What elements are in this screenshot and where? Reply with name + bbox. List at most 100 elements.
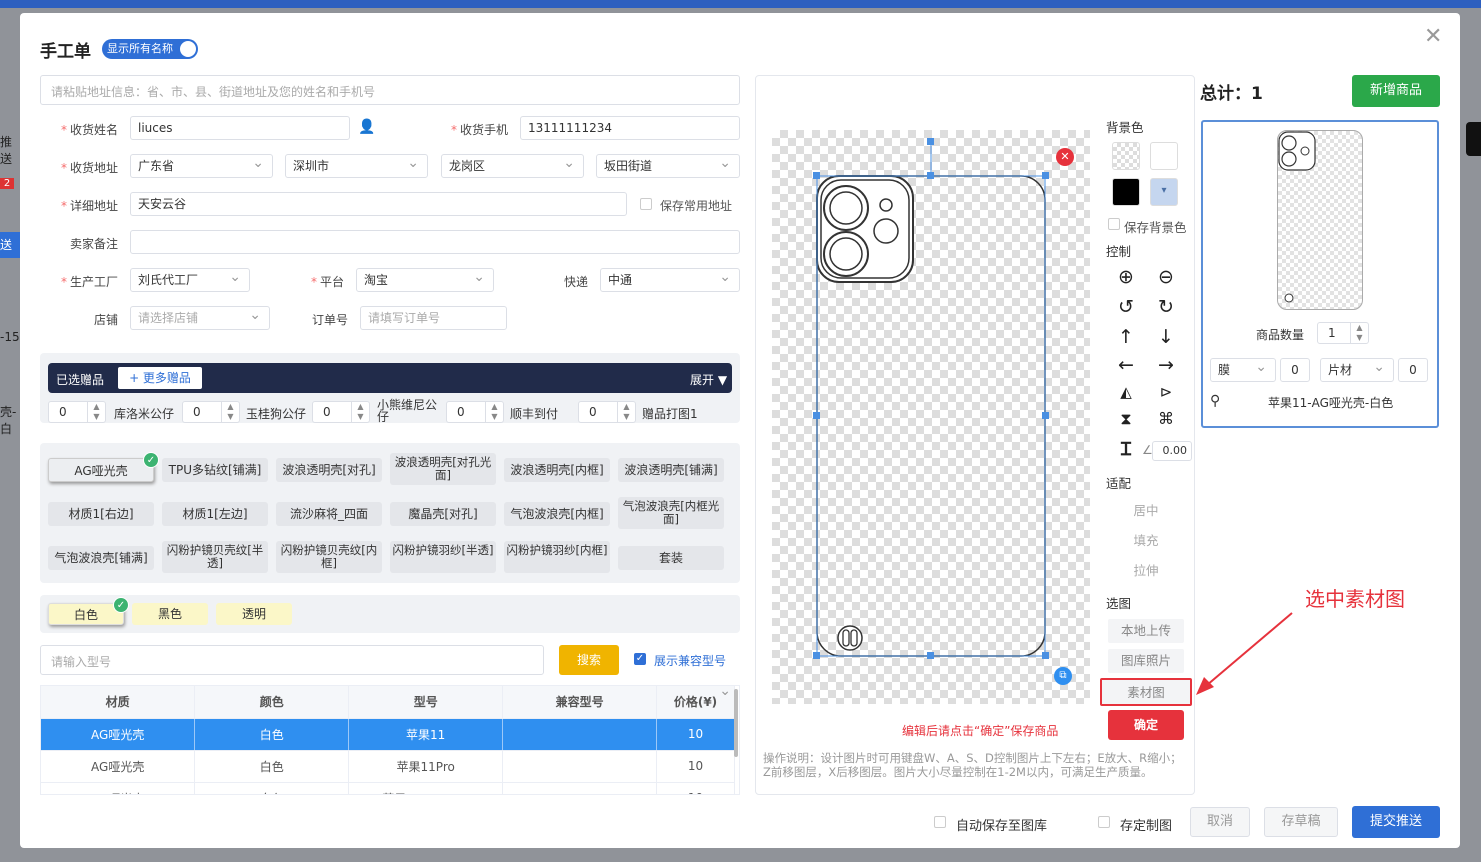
platform-select[interactable]: 淘宝	[356, 266, 494, 292]
name-input[interactable]: liuces	[130, 116, 350, 140]
fit-fill-button[interactable]: 填充	[1108, 529, 1184, 553]
rotate-left-icon[interactable]: ↺	[1114, 295, 1138, 319]
material-option[interactable]: 气泡波浪壳[铺满]	[48, 546, 154, 570]
gift-qty-stepper[interactable]: 0 ▲ ▼	[578, 401, 636, 423]
toggle-label: 显示所有名称	[107, 42, 173, 55]
quantity-stepper[interactable]: 1 ▲ ▼	[1317, 322, 1369, 344]
layer-forward-icon[interactable]: ⧗	[1114, 407, 1138, 431]
color-option[interactable]: 黑色	[132, 603, 208, 625]
factory-select[interactable]: 刘氏代工厂	[130, 266, 250, 292]
material-option[interactable]: 闪粉护镜贝壳纹[半透]	[162, 541, 268, 573]
street-select[interactable]: 坂田街道	[596, 152, 740, 178]
more-gifts-button[interactable]: + 更多赠品	[118, 367, 202, 389]
express-select[interactable]: 中通	[600, 266, 740, 292]
close-icon[interactable]: ✕	[1424, 26, 1442, 48]
film-select[interactable]: 膜	[1210, 356, 1276, 382]
save-draft-button[interactable]: 存草稿	[1264, 807, 1338, 837]
material-option[interactable]: 波浪透明壳[对孔光面]	[390, 453, 496, 485]
arrow-up-icon[interactable]: ↑	[1114, 325, 1138, 349]
cancel-button[interactable]: 取消	[1190, 807, 1250, 837]
material-option[interactable]: 魔晶壳[对孔]	[390, 502, 496, 526]
flip-horizontal-icon[interactable]: ◭	[1114, 380, 1138, 404]
shop-select[interactable]: 请选择店铺	[130, 304, 270, 330]
black-swatch[interactable]	[1112, 178, 1140, 206]
material-option[interactable]: 闪粉护镜羽纱[半透]	[390, 541, 496, 573]
district-select[interactable]: 龙岗区	[441, 152, 584, 178]
arrow-left-icon[interactable]: ←	[1114, 353, 1138, 377]
transparent-swatch[interactable]	[1112, 142, 1140, 170]
material-option[interactable]: TPU多钻纹[铺满]	[162, 458, 268, 482]
submit-push-button[interactable]: 提交推送	[1352, 806, 1440, 838]
contact-icon[interactable]: 👤	[358, 119, 375, 135]
text-height-icon[interactable]: Ɪ	[1114, 438, 1138, 462]
address-paste-textarea[interactable]: 请粘贴地址信息：省、市、县、街道地址及您的姓名和手机号	[40, 75, 740, 105]
material-option[interactable]: 气泡波浪壳[内框]	[504, 502, 610, 526]
arrow-down-icon[interactable]: ↓	[1154, 325, 1178, 349]
custom-color-picker-icon[interactable]: ▾	[1150, 178, 1178, 206]
gift-label: 顺丰到付	[510, 407, 559, 421]
rotate-right-icon[interactable]: ↻	[1154, 295, 1178, 319]
table-scrollbar[interactable]	[734, 689, 738, 757]
auto-save-checkbox[interactable]	[934, 816, 946, 828]
material-option[interactable]: 闪粉护镜羽纱[内框]	[504, 541, 610, 573]
city-select[interactable]: 深圳市	[285, 152, 428, 178]
material-option[interactable]: 材质1[左边]	[162, 502, 268, 526]
duplicate-icon[interactable]: ⧉	[1054, 667, 1072, 685]
fit-stretch-button[interactable]: 拉伸	[1108, 559, 1184, 583]
rotation-angle-input[interactable]: 0.00	[1152, 441, 1192, 461]
remark-input[interactable]	[130, 230, 740, 254]
delete-icon[interactable]: ✕	[1056, 148, 1074, 166]
local-upload-button[interactable]: 本地上传	[1108, 619, 1184, 643]
product-name: 苹果11-AG哑光壳-白色	[1268, 396, 1394, 410]
show-all-names-toggle[interactable]: 显示所有名称	[102, 39, 198, 59]
gift-qty-stepper[interactable]: 0 ▲ ▼	[182, 401, 240, 423]
material-option[interactable]: AG哑光壳	[48, 458, 154, 482]
sheet-select[interactable]: 片材	[1320, 356, 1394, 382]
phone-case-outline[interactable]	[772, 130, 1090, 704]
material-option[interactable]: 波浪透明壳[对孔]	[276, 458, 382, 482]
table-row[interactable]: AG哑光壳 白色 苹果11Pro 10	[41, 750, 735, 783]
table-cell: 10	[656, 718, 735, 751]
save-custom-image-checkbox[interactable]	[1098, 816, 1110, 828]
flip-vertical-icon[interactable]: ⊳	[1154, 380, 1178, 404]
material-option[interactable]: 波浪透明壳[内框]	[504, 458, 610, 482]
confirm-button[interactable]: 确定	[1108, 710, 1184, 740]
table-row[interactable]: AG哑光壳 白色 苹果11Pro Max 10	[41, 782, 735, 794]
gift-qty-stepper[interactable]: 0 ▲ ▼	[48, 401, 106, 423]
detail-address-input[interactable]: 天安云谷	[130, 192, 627, 216]
table-row[interactable]: AG哑光壳 白色 苹果11 10	[41, 718, 735, 751]
material-option[interactable]: 材质1[右边]	[48, 502, 154, 526]
order-no-label: 订单号	[311, 313, 348, 327]
model-search-input[interactable]: 请输入型号	[40, 645, 544, 675]
zoom-out-icon[interactable]: ⊖	[1154, 265, 1178, 289]
material-option[interactable]: 套装	[618, 546, 724, 570]
color-option[interactable]: 透明	[216, 603, 292, 625]
zoom-in-icon[interactable]: ⊕	[1114, 265, 1138, 289]
add-product-button[interactable]: 新增商品	[1352, 75, 1440, 107]
auto-save-label: 自动保存至图库	[956, 819, 1048, 834]
layer-backward-icon[interactable]: ⌘	[1154, 407, 1178, 431]
save-bg-checkbox[interactable]	[1108, 218, 1120, 230]
white-swatch[interactable]	[1150, 142, 1178, 170]
material-option[interactable]: 闪粉护镜贝壳纹[内框]	[276, 541, 382, 573]
save-address-checkbox[interactable]	[640, 198, 652, 210]
show-compat-checkbox[interactable]: ✓	[634, 653, 646, 665]
search-icon[interactable]: ⚲	[1210, 393, 1220, 409]
material-image-button[interactable]: 素材图	[1100, 678, 1192, 706]
phone-input[interactable]: 13111111234	[520, 116, 740, 140]
order-no-input[interactable]: 请填写订单号	[360, 306, 507, 330]
gift-qty-stepper[interactable]: 0 ▲ ▼	[312, 401, 370, 423]
table-cell: 白色	[194, 750, 350, 783]
material-option[interactable]: 流沙麻将_四面	[276, 502, 382, 526]
gallery-photos-button[interactable]: 图库照片	[1108, 649, 1184, 673]
material-option[interactable]: 波浪透明壳[铺满]	[618, 458, 724, 482]
sheet-qty-input[interactable]: 0	[1398, 358, 1428, 382]
gift-qty-stepper[interactable]: 0 ▲ ▼	[446, 401, 504, 423]
province-select[interactable]: 广东省	[130, 152, 273, 178]
material-option[interactable]: 气泡波浪壳[内框光面]	[618, 497, 724, 529]
fit-center-button[interactable]: 居中	[1108, 499, 1184, 523]
arrow-right-icon[interactable]: →	[1154, 353, 1178, 377]
film-qty-input[interactable]: 0	[1280, 358, 1310, 382]
search-button[interactable]: 搜索	[559, 645, 619, 675]
expand-gifts-button[interactable]: 展开 ▼	[690, 371, 727, 388]
